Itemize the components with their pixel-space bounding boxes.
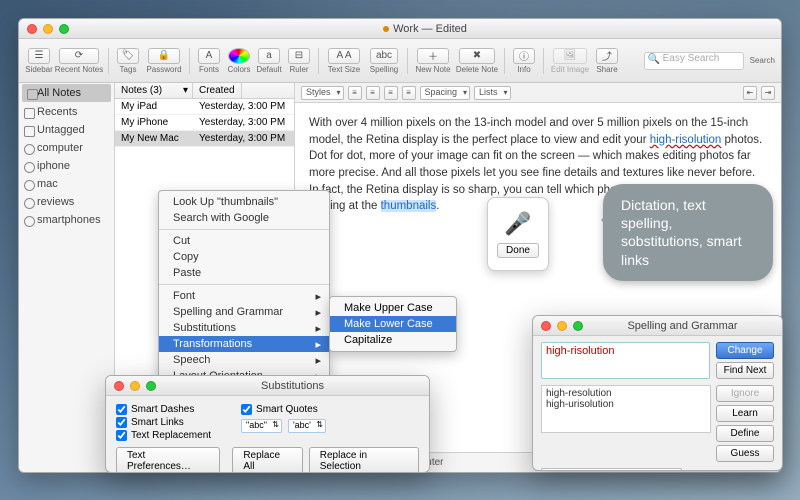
sidebar-item-recents[interactable]: Recents [19, 103, 114, 121]
menu-spelling-grammar[interactable]: Spelling and Grammar [159, 304, 329, 320]
info-button[interactable]: ⓘInfo [510, 48, 538, 74]
substitutions-window: Substitutions Smart Dashes Smart Links T… [105, 375, 430, 473]
window-title: Spelling and Grammar [591, 320, 774, 332]
sidebar: All Notes Recents Untagged computer ipho… [19, 83, 115, 472]
replace-all-button[interactable]: Replace All [232, 447, 302, 473]
smart-dashes-checkbox[interactable]: Smart Dashes [116, 404, 211, 415]
note-row[interactable]: My New MacYesterday, 3:00 PM [115, 131, 294, 147]
replace-in-selection-button[interactable]: Replace in Selection [309, 447, 419, 473]
spelling-window: Spelling and Grammar high-risolution Cha… [532, 315, 783, 471]
sidebar-item-smartphones[interactable]: smartphones [19, 211, 114, 229]
suggestion-item[interactable]: high-resolution [546, 388, 706, 399]
close-icon[interactable] [114, 381, 124, 391]
change-button[interactable]: Change [716, 342, 774, 359]
spacing-select[interactable]: Spacing [420, 86, 471, 100]
toolbar: ☰Sidebar ⟳Recent Notes 🏷Tags 🔒Password A… [19, 39, 781, 83]
misspelled-word: high-risolution [650, 134, 722, 146]
close-icon[interactable] [27, 24, 37, 34]
menu-upper-case[interactable]: Make Upper Case [330, 300, 456, 316]
text-replacement-checkbox[interactable]: Text Replacement [116, 430, 211, 441]
zoom-icon[interactable] [59, 24, 69, 34]
search-input[interactable]: Easy Search [644, 52, 744, 70]
lists-select[interactable]: Lists [474, 86, 511, 100]
recent-notes-button[interactable]: ⟳Recent Notes [55, 48, 103, 74]
smart-links-checkbox[interactable]: Smart Links [116, 417, 211, 428]
window-title: Work — Edited [77, 23, 773, 35]
text-preferences-button[interactable]: Text Preferences… [116, 447, 220, 473]
sidebar-item-iphone[interactable]: iphone [19, 157, 114, 175]
menu-cut[interactable]: Cut [159, 233, 329, 249]
spelling-button[interactable]: abcSpelling [366, 48, 402, 74]
colors-button[interactable]: Colors [225, 48, 253, 74]
edit-image-button: 🖼Edit Image [549, 48, 591, 74]
tags-button[interactable]: 🏷Tags [114, 48, 142, 74]
menu-lookup[interactable]: Look Up "thumbnails" [159, 194, 329, 210]
sidebar-item-untagged[interactable]: Untagged [19, 121, 114, 139]
define-button[interactable]: Define [716, 425, 774, 442]
zoom-icon[interactable] [573, 321, 583, 331]
minimize-icon[interactable] [43, 24, 53, 34]
guess-button[interactable]: Guess [716, 445, 774, 462]
find-next-button[interactable]: Find Next [716, 362, 774, 379]
smart-quotes-checkbox[interactable]: Smart Quotes [241, 404, 326, 415]
zoom-icon[interactable] [146, 381, 156, 391]
format-bar: Styles ≡ ≡ ≡ ≡ Spacing Lists ⇤ ⇥ [295, 83, 781, 103]
outdent-button[interactable]: ⇤ [743, 86, 757, 100]
password-button[interactable]: 🔒Password [144, 48, 184, 74]
close-icon[interactable] [541, 321, 551, 331]
note-row[interactable]: My iPadYesterday, 3:00 PM [115, 99, 294, 115]
align-center-button[interactable]: ≡ [366, 86, 380, 100]
suggestion-item[interactable]: high-urisolution [546, 399, 706, 410]
menu-speech[interactable]: Speech [159, 352, 329, 368]
menu-paste[interactable]: Paste [159, 265, 329, 281]
ignore-button: Ignore [716, 385, 774, 402]
selected-word: thumbnails [381, 200, 437, 212]
sidebar-item-computer[interactable]: computer [19, 139, 114, 157]
spelling-word-input[interactable]: high-risolution [541, 342, 710, 379]
learn-button[interactable]: Learn [716, 405, 774, 422]
default-button[interactable]: aDefault [255, 48, 283, 74]
dictation-done-button[interactable]: Done [497, 243, 539, 258]
note-list-header[interactable]: Notes (3)Created [115, 83, 294, 99]
microphone-icon: 🎤 [504, 211, 531, 237]
note-row[interactable]: My iPhoneYesterday, 3:00 PM [115, 115, 294, 131]
sidebar-item-all-notes[interactable]: All Notes [22, 84, 111, 102]
single-quote-style-select[interactable]: 'abc' [288, 419, 326, 433]
fonts-button[interactable]: AFonts [195, 48, 223, 74]
check-grammar-checkbox[interactable]: Check grammar [688, 471, 774, 472]
sidebar-item-reviews[interactable]: reviews [19, 193, 114, 211]
share-button[interactable]: ⤴Share [593, 48, 621, 74]
align-justify-button[interactable]: ≡ [402, 86, 416, 100]
minimize-icon[interactable] [130, 381, 140, 391]
align-left-button[interactable]: ≡ [348, 86, 362, 100]
menu-copy[interactable]: Copy [159, 249, 329, 265]
minimize-icon[interactable] [557, 321, 567, 331]
sidebar-button[interactable]: ☰Sidebar [25, 48, 53, 74]
titlebar: Work — Edited [19, 19, 781, 39]
double-quote-style-select[interactable]: "abc" [241, 419, 282, 433]
delete-note-button[interactable]: ✖Delete Note [455, 48, 499, 74]
styles-select[interactable]: Styles [301, 86, 344, 100]
indent-button[interactable]: ⇥ [761, 86, 775, 100]
suggestions-list[interactable]: high-resolution high-urisolution [541, 385, 711, 433]
language-select[interactable]: Automatic by Language [541, 468, 682, 471]
dictation-popover: 🎤 Done [487, 197, 549, 271]
menu-transformations[interactable]: Transformations [159, 336, 329, 352]
menu-font[interactable]: Font [159, 288, 329, 304]
feature-callout: Dictation, text spelling, sobstitutions,… [603, 184, 773, 281]
menu-lower-case[interactable]: Make Lower Case [330, 316, 456, 332]
window-title: Substitutions [164, 380, 421, 392]
textsize-button[interactable]: A AText Size [324, 48, 364, 74]
new-note-button[interactable]: ＋New Note [413, 48, 453, 74]
search-label: Search [750, 56, 775, 65]
align-right-button[interactable]: ≡ [384, 86, 398, 100]
transformations-submenu: Make Upper Case Make Lower Case Capitali… [329, 296, 457, 352]
sidebar-item-mac[interactable]: mac [19, 175, 114, 193]
menu-substitutions[interactable]: Substitutions [159, 320, 329, 336]
ruler-button[interactable]: ⊟Ruler [285, 48, 313, 74]
menu-search-google[interactable]: Search with Google [159, 210, 329, 226]
menu-capitalize[interactable]: Capitalize [330, 332, 456, 348]
